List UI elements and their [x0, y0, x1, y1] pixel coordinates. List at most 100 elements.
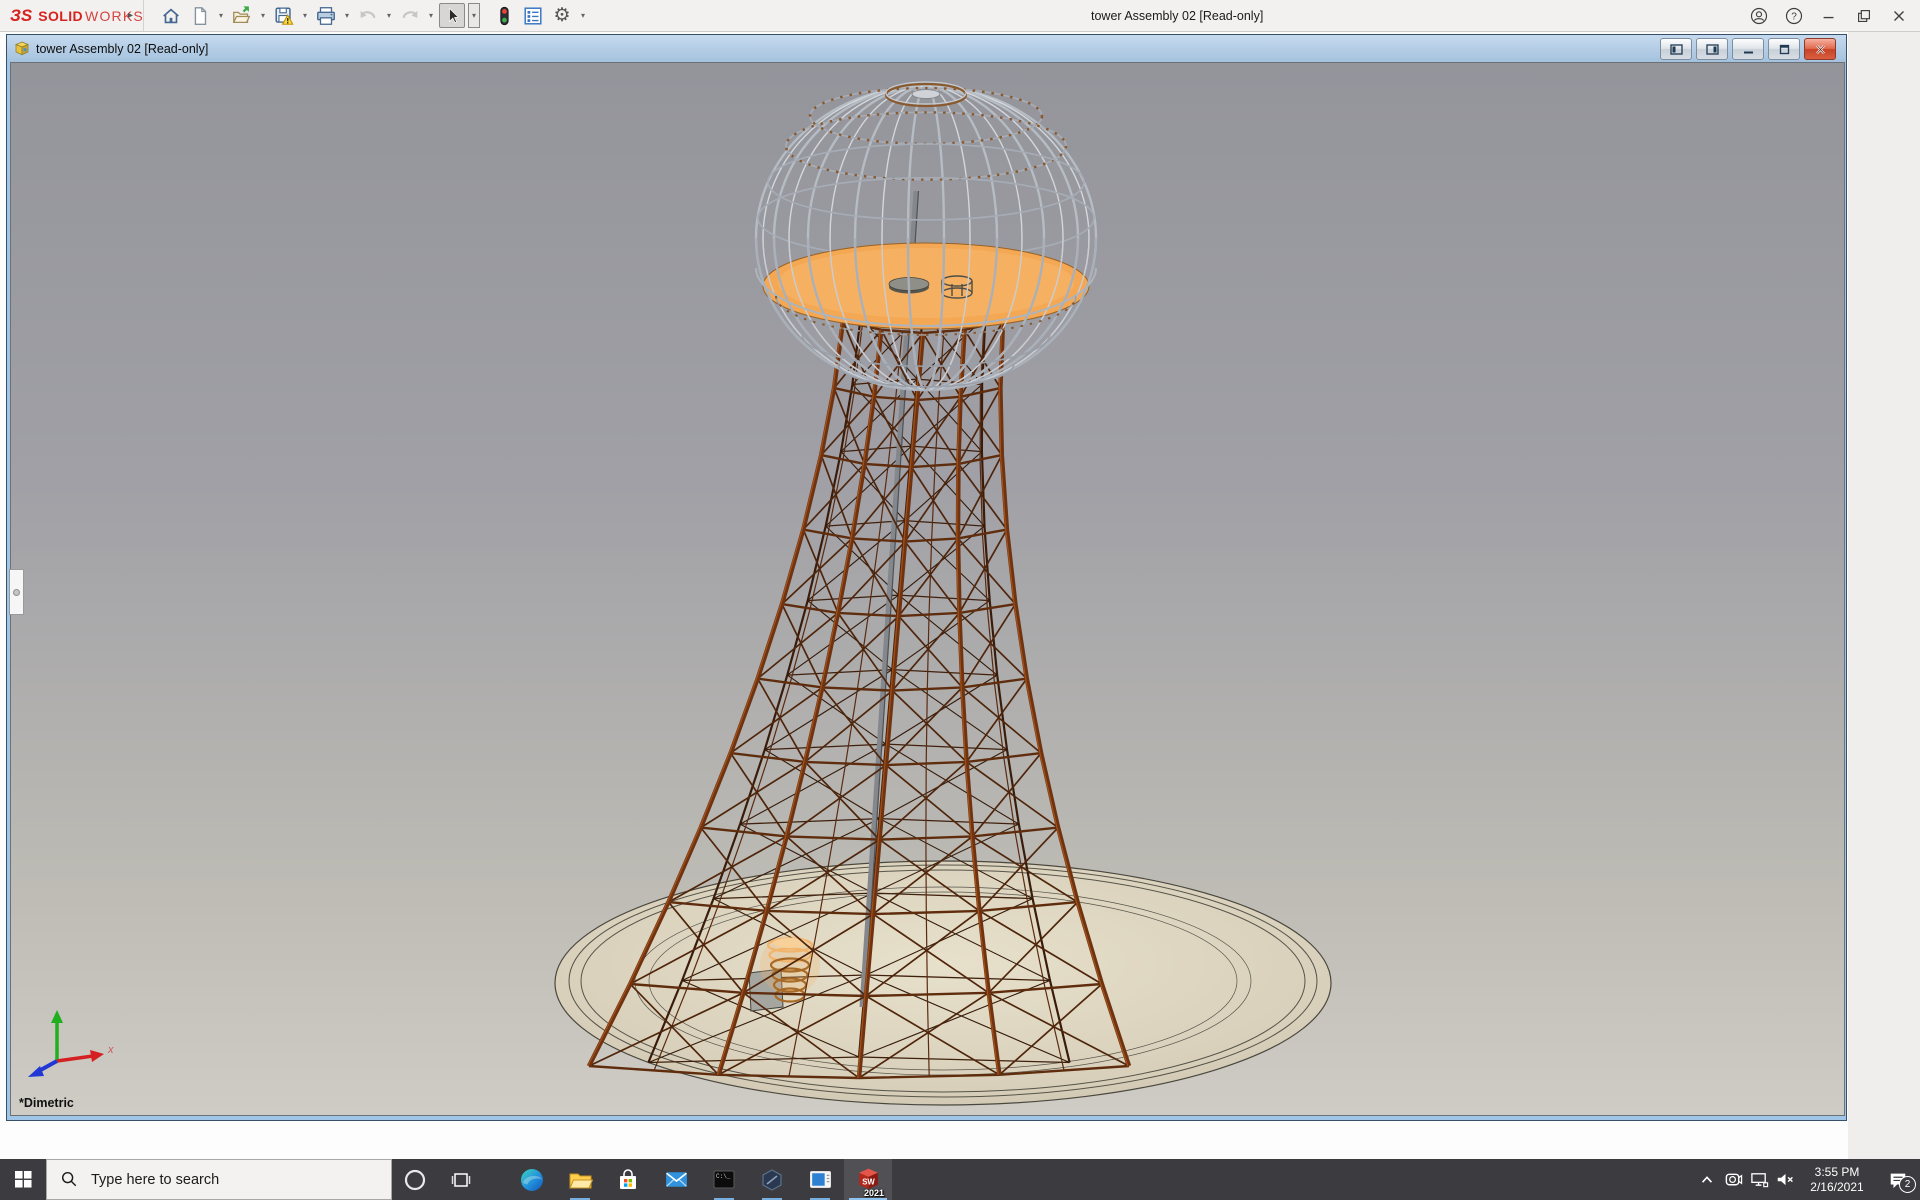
save-button[interactable]	[271, 3, 297, 29]
dropdown-caret[interactable]: ▾	[578, 11, 588, 20]
open-folder-icon	[231, 5, 253, 27]
solidworks-logo: ЗS SOLID WORKS	[10, 0, 144, 31]
document-restore-icon	[1778, 44, 1791, 55]
rebuild-button[interactable]	[491, 3, 517, 29]
system-tray: 3:55 PM 2/16/2021 2	[1694, 1159, 1920, 1200]
taskbar-app-file-explorer[interactable]	[556, 1159, 604, 1200]
close-icon	[1890, 7, 1908, 25]
print-icon	[315, 5, 337, 27]
document-restore-button[interactable]	[1768, 38, 1800, 60]
panel-splitter-handle[interactable]	[9, 569, 24, 615]
account-button[interactable]	[1746, 3, 1772, 29]
document-close-button[interactable]	[1804, 38, 1836, 60]
dropdown-caret[interactable]: ▾	[426, 11, 436, 20]
svg-text:SW: SW	[862, 1178, 875, 1187]
model-canvas	[11, 63, 1844, 1115]
dropdown-caret[interactable]: ▾	[384, 11, 394, 20]
taskbar-search[interactable]	[46, 1159, 392, 1200]
app-titlebar: ЗS SOLID WORKS ▸ ▾	[0, 0, 1920, 32]
options-gear-icon: ⚙	[553, 3, 570, 29]
chevron-up-icon	[1699, 1172, 1715, 1188]
document-minimize-icon	[1742, 44, 1755, 55]
dropdown-caret[interactable]: ▾	[342, 11, 352, 20]
restore-icon	[1855, 7, 1873, 25]
command-prompt-icon: C:\_	[712, 1168, 736, 1192]
meet-now-camera-icon	[1724, 1170, 1743, 1189]
app-window-title: tower Assembly 02 [Read-only]	[1091, 0, 1263, 31]
ds-logo-mark: ЗS	[10, 6, 32, 26]
help-icon: ?	[1784, 6, 1804, 26]
clock-date: 2/16/2021	[1798, 1180, 1876, 1195]
taskbar-app-microsoft-store[interactable]	[604, 1159, 652, 1200]
solidworks-rx-icon	[760, 1168, 784, 1192]
start-button[interactable]	[0, 1159, 46, 1200]
pane-right-button[interactable]	[1696, 38, 1728, 60]
file-properties-icon	[522, 5, 544, 27]
action-center-button[interactable]: 2	[1876, 1159, 1920, 1200]
print-button[interactable]	[313, 3, 339, 29]
view-orientation-label: *Dimetric	[19, 1096, 74, 1110]
search-input[interactable]	[89, 1171, 373, 1189]
microsoft-edge-icon	[519, 1167, 545, 1193]
svg-text:C:\_: C:\_	[716, 1173, 731, 1180]
new-document-button[interactable]	[187, 3, 213, 29]
file-properties-button[interactable]	[520, 3, 546, 29]
options-button[interactable]: ⚙	[549, 3, 575, 29]
mail-icon	[664, 1167, 689, 1192]
solidworks-year-label: 2021	[864, 1188, 884, 1198]
assembly-icon	[14, 41, 30, 56]
toolbar-separator	[143, 0, 144, 31]
dropdown-caret[interactable]: ▾	[300, 11, 310, 20]
restore-button[interactable]	[1851, 3, 1877, 29]
pane-left-icon	[1670, 44, 1683, 55]
task-view-button[interactable]	[438, 1159, 484, 1200]
save-icon	[273, 5, 295, 27]
taskbar-app-command-prompt[interactable]: C:\_	[700, 1159, 748, 1200]
taskbar-clock[interactable]: 3:55 PM 2/16/2021	[1798, 1165, 1876, 1195]
undo-button[interactable]	[355, 3, 381, 29]
dropdown-caret[interactable]: ▾	[258, 11, 268, 20]
open-button[interactable]	[229, 3, 255, 29]
network-button[interactable]	[1746, 1159, 1772, 1200]
volume-muted-icon	[1776, 1170, 1795, 1189]
splitter-dot	[13, 589, 20, 596]
redo-button[interactable]	[397, 3, 423, 29]
document-minimize-button[interactable]	[1732, 38, 1764, 60]
toolbar-expander-icon[interactable]: ▸	[128, 0, 133, 31]
meet-now-button[interactable]	[1720, 1159, 1746, 1200]
viewport[interactable]: x *Dimetric	[11, 63, 1844, 1115]
orientation-triad: x	[23, 1005, 119, 1089]
app-window-controls: ?	[1746, 0, 1912, 31]
dropdown-caret[interactable]: ▾	[216, 11, 226, 20]
home-icon	[160, 5, 182, 27]
tray-chevron-button[interactable]	[1694, 1159, 1720, 1200]
document-window: tower Assembly 02 [Read-only]	[6, 34, 1847, 1121]
taskbar-app-microsoft-edge[interactable]	[508, 1159, 556, 1200]
cortana-button[interactable]	[392, 1159, 438, 1200]
photos-icon	[808, 1167, 833, 1192]
taskbar-app-photos[interactable]	[796, 1159, 844, 1200]
taskbar-app-mail[interactable]	[652, 1159, 700, 1200]
document-titlebar[interactable]: tower Assembly 02 [Read-only]	[7, 35, 1846, 62]
rebuild-traffic-light-icon	[493, 5, 515, 27]
redo-icon	[399, 5, 421, 27]
help-button[interactable]: ?	[1781, 3, 1807, 29]
taskbar-app-solidworks-rx[interactable]	[748, 1159, 796, 1200]
dropdown-caret[interactable]: ▾	[468, 3, 480, 28]
taskbar-app-solidworks-2021[interactable]: SW 2021	[844, 1159, 892, 1200]
volume-button[interactable]	[1772, 1159, 1798, 1200]
screen: ЗS SOLID WORKS ▸ ▾	[0, 0, 1920, 1200]
pane-left-button[interactable]	[1660, 38, 1692, 60]
clock-time: 3:55 PM	[1798, 1165, 1876, 1180]
cortana-icon	[403, 1168, 427, 1192]
document-title: tower Assembly 02 [Read-only]	[36, 42, 208, 56]
minimize-button[interactable]	[1816, 3, 1842, 29]
taskbar: C:\_	[0, 1159, 1920, 1200]
windows-logo-icon	[15, 1171, 32, 1188]
taskbar-apps: C:\_	[508, 1159, 892, 1200]
account-icon	[1749, 6, 1769, 26]
close-button[interactable]	[1886, 3, 1912, 29]
home-button[interactable]	[158, 3, 184, 29]
svg-text:x: x	[107, 1044, 114, 1056]
select-tool-button[interactable]	[439, 3, 465, 28]
